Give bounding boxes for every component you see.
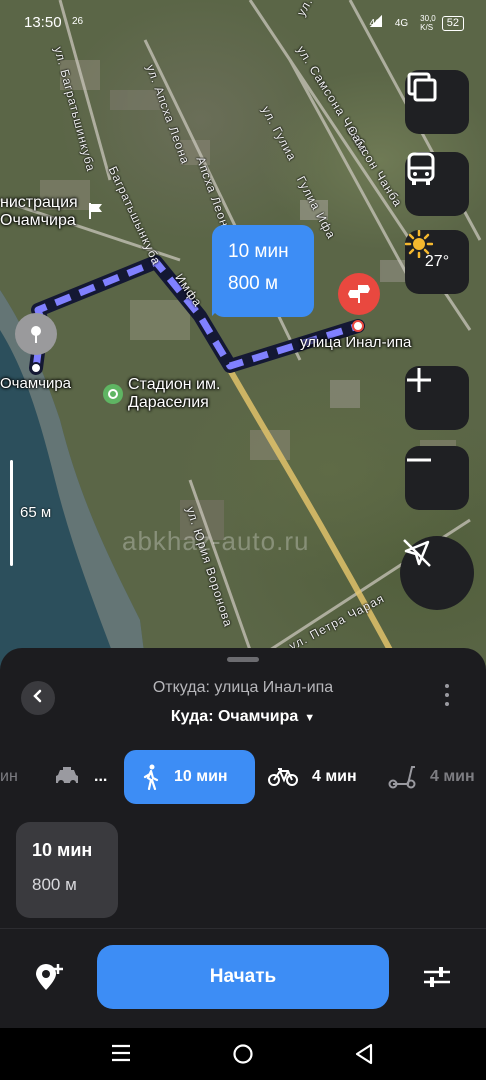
status-bar: 13:50 26 4G 4G 30,0 K/S 52 <box>0 0 486 46</box>
dropdown-arrow-icon: ▼ <box>304 712 316 724</box>
home-icon[interactable] <box>232 1043 254 1070</box>
scooter-label: 4 мин <box>430 768 475 785</box>
scale-bar <box>10 460 13 566</box>
bicycle-icon <box>268 767 298 787</box>
route-from[interactable]: Откуда: улица Инал-ипа <box>0 679 486 697</box>
back-nav-icon[interactable] <box>354 1043 374 1070</box>
zoom-in-button[interactable] <box>405 366 469 430</box>
scale-label: 65 м <box>20 504 52 521</box>
taxi-icon <box>54 766 80 788</box>
admin-label: нистрация Очамчира <box>0 194 78 229</box>
route-to[interactable]: Куда: Очамчира ▼ <box>0 708 486 726</box>
battery-indicator: 52 <box>441 15 464 31</box>
sliders-icon <box>422 967 452 994</box>
mode-walk[interactable]: 10 мин <box>124 750 255 804</box>
weather-widget[interactable]: 27° <box>405 230 469 294</box>
route-bubble[interactable]: 10 мин 800 м <box>212 225 314 317</box>
route-option-time: 10 мин <box>32 840 93 860</box>
scooter-icon <box>388 765 416 789</box>
start-button[interactable]: Начать <box>97 945 389 1009</box>
status-right: 4G 4G 30,0 K/S 52 <box>369 14 464 32</box>
destination-label: улица Инал-ипа <box>300 334 412 351</box>
route-settings-button[interactable] <box>422 964 452 995</box>
transport-modes: ин ... 10 мин 4 мин 4 мин <box>0 750 486 806</box>
map-view[interactable]: ул. Гор ул. Самсона Чанба Самсон Чанба у… <box>0 0 486 700</box>
system-nav-bar <box>0 1028 486 1080</box>
layers-button[interactable] <box>405 70 469 134</box>
location-button[interactable] <box>400 536 474 610</box>
stadium-label: Стадион им. Дараселия <box>128 376 221 411</box>
transport-button[interactable] <box>405 152 469 216</box>
mode-bike[interactable]: 4 мин <box>268 750 357 804</box>
add-pin-icon <box>34 964 64 996</box>
taxi-label: ... <box>94 768 108 785</box>
divider <box>0 928 486 929</box>
origin-label: Очамчира <box>0 375 72 392</box>
mode-transit[interactable]: ин <box>0 750 18 804</box>
route-option-distance: 800 м <box>32 875 77 894</box>
add-waypoint-button[interactable] <box>34 962 64 997</box>
recents-icon[interactable] <box>111 1044 131 1067</box>
route-option-card[interactable]: 10 мин 800 м <box>16 822 118 918</box>
route-time: 10 мин <box>228 241 289 262</box>
bike-label: 4 мин <box>312 768 357 785</box>
zoom-out-button[interactable] <box>405 446 469 510</box>
pedestrian-icon <box>142 764 160 790</box>
network-label-2: 4G <box>394 17 409 29</box>
status-extra: 26 <box>72 16 84 27</box>
watermark: abkhaz-auto.ru <box>122 526 310 556</box>
walk-label: 10 мин <box>174 768 228 785</box>
status-time: 13:50 <box>24 14 62 31</box>
more-menu-button[interactable] <box>443 684 451 712</box>
sheet-handle[interactable] <box>227 657 259 662</box>
mode-scooter[interactable]: 4 мин <box>388 750 475 804</box>
speed-label: 30,0 K/S <box>420 14 436 32</box>
route-distance: 800 м <box>228 273 279 294</box>
route-to-label: Куда: Очамчира <box>170 708 299 725</box>
mode-taxi[interactable]: ... <box>54 750 107 804</box>
transit-label: ин <box>0 768 18 785</box>
route-sheet: Откуда: улица Инал-ипа Куда: Очамчира ▼ и… <box>0 648 486 1028</box>
